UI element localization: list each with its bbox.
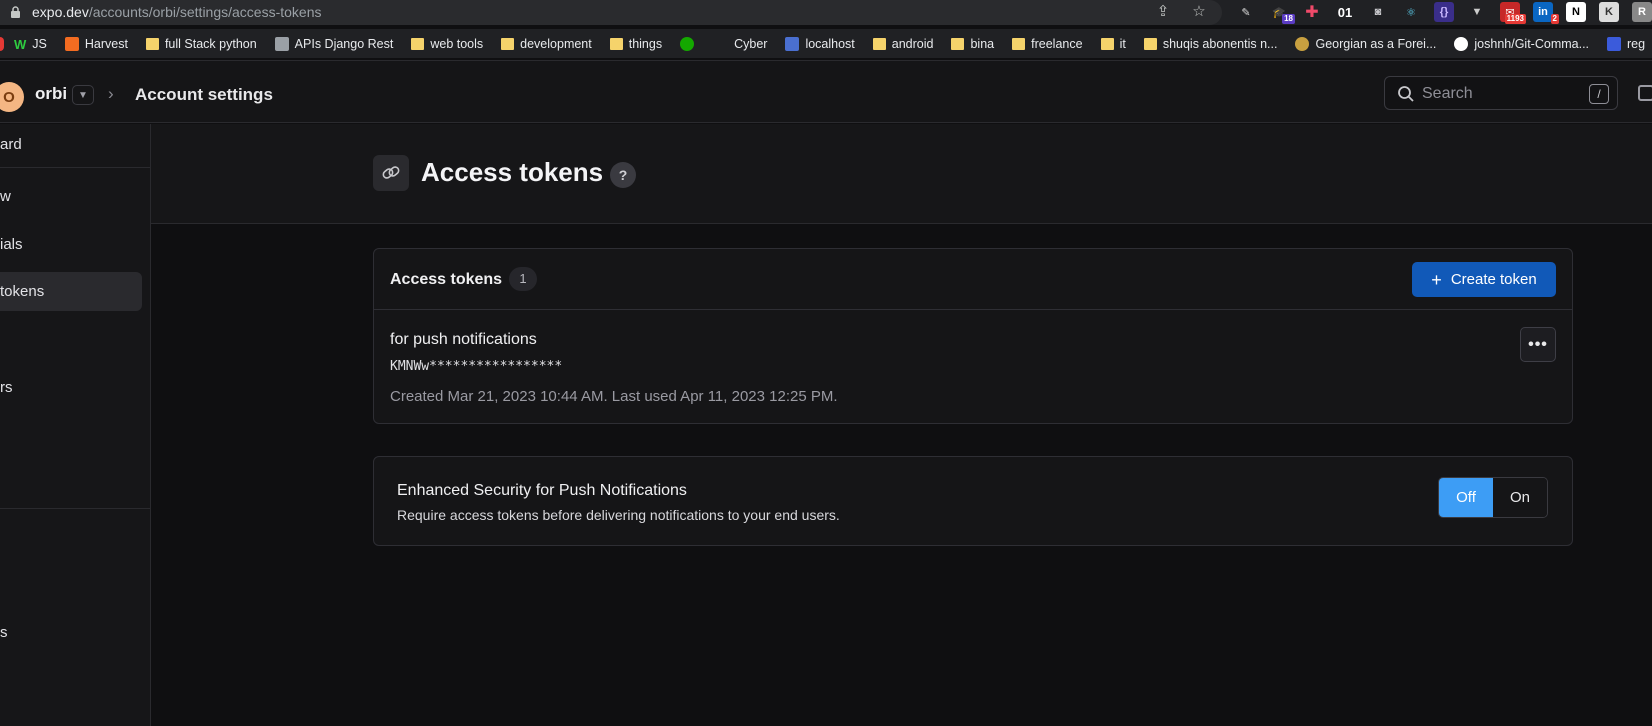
lock-icon [11,6,20,18]
folder-icon [609,37,623,50]
share-icon[interactable]: ⇪ [1154,3,1172,21]
security-title: Enhanced Security for Push Notifications [397,482,687,499]
folder-icon [872,37,886,50]
bookmark-freelance[interactable]: freelance [1012,37,1083,51]
sidebar-divider [0,508,151,509]
bookmark-web-tools[interactable]: web tools [411,37,483,51]
org-avatar[interactable]: O [0,82,24,112]
bookmark-reg[interactable]: reg [1607,36,1645,51]
bookmark-things[interactable]: things [609,37,662,51]
page-title: Access tokens [421,157,604,187]
sidebar-item-members[interactable]: rs [0,379,13,396]
bookmark-development[interactable]: development [501,37,592,51]
star-icon[interactable]: ☆ [1190,3,1208,21]
bookmarks-bar: W JS Harvest full Stack python APIs Djang… [0,29,1652,58]
create-token-button[interactable]: + Create token [1412,262,1556,297]
bookmark-git-commands[interactable]: joshnh/Git-Comma... [1454,36,1589,51]
card-header: Access tokens 1 + Create token [374,249,1572,310]
org-name[interactable]: orbi [35,84,67,104]
gmail-extension-icon[interactable]: ✉ 1193 [1500,2,1526,24]
bookmark-upwork[interactable] [680,36,700,51]
sidebar-item-overview[interactable]: w [0,188,11,205]
address-bar[interactable]: expo.dev/accounts/orbi/settings/access-t… [0,0,1222,25]
harvest-icon [64,36,79,51]
folder-icon [145,37,159,50]
token-metadata: Created Mar 21, 2023 10:44 AM. Last used… [390,388,838,405]
security-toggle: Off On [1438,477,1548,518]
create-token-label: Create token [1450,271,1537,288]
page-icon [274,36,289,51]
bookmark-bina[interactable]: bina [951,37,994,51]
camera-extension-icon[interactable]: ◙ [1368,2,1388,22]
r-icon [1607,36,1622,51]
sidebar-item-credentials[interactable]: ials [0,236,23,253]
sidebar-item-label: tokens [0,283,45,300]
sidebar-item-access-tokens[interactable]: tokens [0,272,142,311]
bookmark-harvest[interactable]: Harvest [64,36,128,51]
security-description: Require access tokens before delivering … [397,507,840,523]
enhanced-security-card: Enhanced Security for Push Notifications… [373,456,1573,546]
bookmark-apis-django-rest[interactable]: APIs Django Rest [274,36,393,51]
search-icon [1398,86,1414,102]
more-options-button[interactable]: ••• [1520,327,1556,362]
sidebar: ard w ials tokens rs s [0,124,151,726]
bookmark-it[interactable]: it [1100,37,1126,51]
plus-icon: + [1431,269,1442,290]
folder-icon [1143,37,1157,50]
pen-extension-icon[interactable]: ✎ [1236,2,1256,22]
site-icon [1295,36,1310,51]
db-icon [785,36,800,51]
token-value: KMNWw***************** [390,359,563,374]
browser-toolbar: expo.dev/accounts/orbi/settings/access-t… [0,0,1652,25]
bookmark-shuqis[interactable]: shuqis abonentis n... [1143,37,1277,51]
token-name: for push notifications [390,331,537,348]
bookmark-android[interactable]: android [872,37,933,51]
access-tokens-card: Access tokens 1 + Create token for push … [373,248,1573,424]
sidebar-item-dashboard[interactable]: ard [0,136,22,153]
extensions-bar: ✎ 🎓 18 ✚ 01 ◙ ⚛ {} ▼ ✉ 1193 in 2 N K R [1236,2,1652,24]
folder-icon [501,37,515,50]
sidebar-item-settings[interactable]: s [0,624,8,641]
cube-icon[interactable] [1638,85,1652,101]
w-icon: W [14,36,27,52]
search-placeholder: Search [1422,85,1473,102]
url-text: expo.dev/accounts/orbi/settings/access-t… [32,4,322,20]
cross-extension-icon[interactable]: ✚ [1302,2,1322,22]
folder-icon [1100,37,1114,50]
bookmark-red-dot[interactable] [0,36,10,51]
breadcrumb-chevron-right-icon: › [108,84,114,103]
bookmark-cyber[interactable]: Cyber [734,37,767,51]
upwork-icon [680,36,695,51]
search-shortcut-key: / [1589,84,1609,104]
breadcrumb-account-settings[interactable]: Account settings [135,85,273,105]
linkedin-extension-icon[interactable]: in 2 [1533,2,1559,24]
org-switcher-chevron-down-icon[interactable]: ▼ [72,85,94,105]
card-title: Access tokens [390,271,503,288]
bookmark-localhost[interactable]: localhost [785,36,855,51]
toggle-on-button[interactable]: On [1493,478,1547,517]
bookmark-js[interactable]: W JS [14,36,47,52]
r-extension-icon[interactable]: R [1632,2,1652,22]
folder-icon [951,37,965,50]
notion-extension-icon[interactable]: N [1566,2,1586,22]
app-header: O orbi ▼ › Account settings Search / [0,60,1652,123]
github-icon [1454,36,1469,51]
search-input[interactable]: Search / [1384,76,1618,110]
number-extension-icon[interactable]: 01 [1335,2,1355,22]
folder-icon [1012,37,1026,50]
link-icon [373,155,409,191]
k-extension-icon[interactable]: K [1599,2,1619,22]
bookmark-georgian[interactable]: Georgian as a Forei... [1295,36,1436,51]
token-count-badge: 1 [509,267,537,291]
bookmark-full-stack-python[interactable]: full Stack python [145,37,257,51]
brackets-extension-icon[interactable]: {} [1434,2,1454,22]
sidebar-divider [0,167,151,168]
folder-icon [411,37,425,50]
mortarboard-extension-icon[interactable]: 🎓 18 [1269,2,1295,24]
help-icon[interactable]: ? [610,162,636,188]
vue-extension-icon[interactable]: ▼ [1467,2,1487,22]
react-extension-icon[interactable]: ⚛ [1401,2,1421,22]
page-header: Access tokens ? [151,124,1652,224]
toggle-off-button[interactable]: Off [1439,478,1493,517]
